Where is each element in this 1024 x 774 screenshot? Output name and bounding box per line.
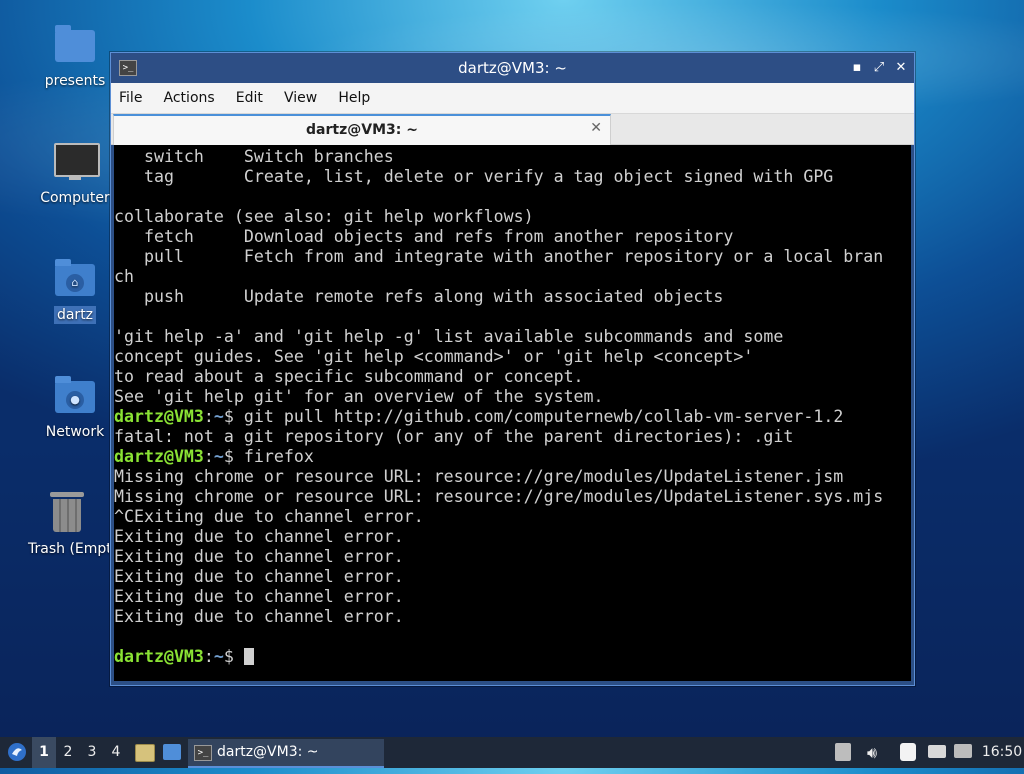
network-status-icon[interactable] xyxy=(954,744,972,758)
terminal-line: fatal: not a git repository (or any of t… xyxy=(114,427,794,446)
terminal-line: fetch Download objects and refs from ano… xyxy=(114,227,734,246)
app-menu-icon[interactable] xyxy=(4,737,30,768)
terminal-line: ch xyxy=(114,267,134,286)
terminal-line: Missing chrome or resource URL: resource… xyxy=(114,467,844,486)
prompt-path: ~ xyxy=(213,407,224,426)
terminal-icon: >_ xyxy=(194,745,212,761)
terminal-command: git pull http://github.com/computernewb/… xyxy=(243,407,844,426)
prompt-path: ~ xyxy=(213,447,224,466)
volume-icon[interactable]: 🔊︎ xyxy=(860,737,884,768)
terminal-line: Exiting due to channel error. xyxy=(114,547,404,566)
menu-view[interactable]: View xyxy=(276,83,325,113)
terminal-line: Exiting due to channel error. xyxy=(114,527,404,546)
desktop-icon-label: Trash (Empty) xyxy=(28,541,109,557)
updates-icon[interactable] xyxy=(835,743,851,761)
prompt-path: ~ xyxy=(213,647,224,666)
terminal-tab[interactable]: dartz@VM3: ~ ✕ xyxy=(113,114,611,145)
desktop-icon-label: presents xyxy=(44,73,106,89)
window-title: dartz@VM3: ~ xyxy=(458,59,567,77)
terminal-line: pull Fetch from and integrate with anoth… xyxy=(114,247,884,266)
clock[interactable]: 16:50 xyxy=(980,737,1024,768)
desktop-icon-label: Network xyxy=(45,424,105,440)
terminal-line: See 'git help git' for an overview of th… xyxy=(114,387,604,406)
file-manager-icon[interactable] xyxy=(135,744,155,762)
terminal-line: ^CExiting due to channel error. xyxy=(114,507,424,526)
maximize-icon[interactable]: ⤢ xyxy=(870,59,888,77)
terminal-line: tag Create, list, delete or verify a tag… xyxy=(114,167,834,186)
menu-file[interactable]: File xyxy=(111,83,150,113)
folder-icon xyxy=(53,22,97,66)
terminal-line: Exiting due to channel error. xyxy=(114,567,404,586)
terminal-text: switch Switch branches tag Create, list,… xyxy=(114,147,884,666)
terminal-line: concept guides. See 'git help <command>'… xyxy=(114,347,754,366)
terminal-line: to read about a specific subcommand or c… xyxy=(114,367,584,386)
window-titlebar[interactable]: >_ dartz@VM3: ~ ▪ ⤢ ✕ xyxy=(111,53,914,83)
keyboard-icon[interactable] xyxy=(928,745,946,758)
terminal-line: switch Switch branches xyxy=(114,147,394,166)
tab-close-icon[interactable]: ✕ xyxy=(590,120,602,136)
desktop-icon-trash[interactable]: Trash (Empty) xyxy=(25,490,109,558)
minimize-icon[interactable]: ▪ xyxy=(848,59,866,77)
taskbar-task-terminal[interactable]: >_ dartz@VM3: ~ xyxy=(188,739,384,768)
terminal-line: collaborate (see also: git help workflow… xyxy=(114,207,534,226)
terminal-line: 'git help -a' and 'git help -g' list ava… xyxy=(114,327,784,346)
show-desktop-icon[interactable] xyxy=(163,744,181,760)
terminal-command: firefox xyxy=(243,447,314,466)
computer-icon xyxy=(53,139,100,183)
trash-icon xyxy=(45,490,89,534)
terminal-line: Exiting due to channel error. xyxy=(114,607,404,626)
menubar: File Actions Edit View Help xyxy=(111,83,914,114)
network-folder-icon: ● xyxy=(53,373,97,417)
terminal-line: Exiting due to channel error. xyxy=(114,587,404,606)
terminal-cursor xyxy=(243,648,254,665)
workspace-3[interactable]: 3 xyxy=(80,737,104,768)
desktop-icon-label: Computer xyxy=(40,190,110,206)
terminal-line: Missing chrome or resource URL: resource… xyxy=(114,487,884,506)
terminal-output[interactable]: switch Switch branches tag Create, list,… xyxy=(114,145,911,681)
desktop-icon-label: dartz xyxy=(53,306,97,324)
workspace-1[interactable]: 1 xyxy=(32,737,56,768)
tab-label: dartz@VM3: ~ xyxy=(306,122,418,138)
prompt-user: dartz@VM3 xyxy=(114,407,204,426)
workspace-2[interactable]: 2 xyxy=(56,737,80,768)
menu-actions[interactable]: Actions xyxy=(156,83,223,113)
prompt-user: dartz@VM3 xyxy=(114,447,204,466)
menu-help[interactable]: Help xyxy=(330,83,378,113)
tab-bar: dartz@VM3: ~ ✕ xyxy=(111,114,914,145)
prompt-user: dartz@VM3 xyxy=(114,647,204,666)
home-folder-icon: ⌂ xyxy=(53,256,97,300)
task-label: dartz@VM3: ~ xyxy=(217,744,319,760)
workspace-4[interactable]: 4 xyxy=(104,737,128,768)
taskbar: 1 2 3 4 >_ dartz@VM3: ~ 🔊︎ 16:50 xyxy=(0,737,1024,768)
menu-edit[interactable]: Edit xyxy=(228,83,271,113)
clipboard-icon[interactable] xyxy=(900,743,916,761)
terminal-window[interactable]: >_ dartz@VM3: ~ ▪ ⤢ ✕ File Actions Edit … xyxy=(110,52,915,686)
close-icon[interactable]: ✕ xyxy=(892,59,910,77)
terminal-line: push Update remote refs along with assoc… xyxy=(114,287,724,306)
